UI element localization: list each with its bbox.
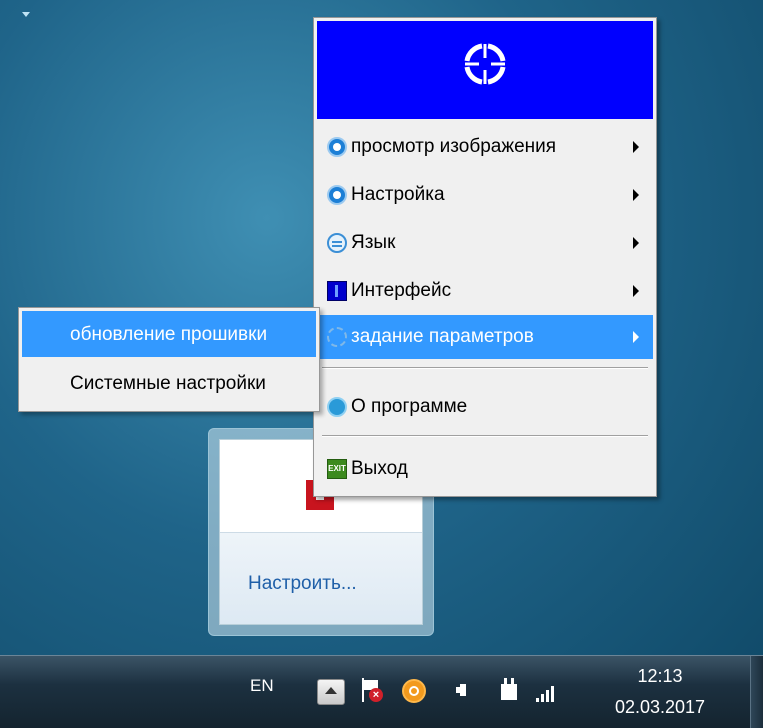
submenu-arrow-icon [633,189,639,201]
customize-link[interactable]: Настроить... [248,573,357,595]
menu-item-label: Интерфейс [351,280,452,301]
submenu-arrow-icon [633,237,639,249]
menu-item-label: просмотр изображения [351,136,557,157]
system-clock[interactable]: 12:13 02.03.2017 [600,666,720,718]
submenu-item-firmware-update[interactable]: обновление прошивки [22,311,316,357]
menu-item-interface[interactable]: Интерфейс [317,269,653,313]
language-icon [327,233,347,253]
menu-separator [322,367,648,369]
menu-item-exit[interactable]: EXIT Выход [317,447,653,491]
power-plug-icon[interactable] [498,678,520,704]
taskbar: EN × 12:13 02.03.2017 [0,655,763,728]
menu-item-label: задание параметров [351,326,534,347]
submenu-item-system-settings[interactable]: Системные настройки [22,360,316,406]
menu-item-language[interactable]: Язык [317,221,653,265]
blue-round-icon [327,137,347,157]
submenu-arrow-icon [633,285,639,297]
submenu-item-label: обновление прошивки [70,324,268,345]
action-center-flag-icon[interactable]: × [360,678,383,702]
parameters-submenu: обновление прошивки Системные настройки [18,307,320,412]
language-indicator[interactable]: EN [250,676,274,696]
submenu-arrow-icon [633,331,639,343]
tray-overflow-footer: Настроить... [220,532,422,624]
parameters-icon [327,327,347,347]
exit-icon: EXIT [327,459,347,479]
show-hidden-icons-button[interactable] [317,679,345,705]
network-signal-icon[interactable] [536,684,560,702]
clock-date: 02.03.2017 [614,697,706,717]
menu-item-settings[interactable]: Настройка [317,173,653,217]
show-desktop-button[interactable] [750,656,763,728]
menu-separator [322,435,648,437]
menu-item-parameters[interactable]: задание параметров [317,315,653,359]
interface-icon [327,281,347,301]
tray-context-menu: просмотр изображения Настройка Язык Инте… [313,17,657,497]
menu-item-label: Настройка [351,184,445,205]
menu-item-label: О программе [351,396,468,417]
speaker-icon[interactable] [456,684,466,696]
crosshair-icon [464,43,506,85]
desktop-corner-marker [22,12,30,17]
blue-round-icon [327,185,347,205]
menu-item-about[interactable]: О программе [317,385,653,429]
menu-item-label: Выход [351,458,408,479]
submenu-arrow-icon [633,141,639,153]
submenu-item-label: Системные настройки [70,373,266,394]
menu-item-image-view[interactable]: просмотр изображения [317,125,653,169]
menu-item-label: Язык [351,232,396,253]
clock-time: 12:13 [637,666,683,686]
menu-banner [317,21,653,119]
about-icon [327,397,347,417]
orange-app-tray-icon[interactable] [402,679,426,703]
